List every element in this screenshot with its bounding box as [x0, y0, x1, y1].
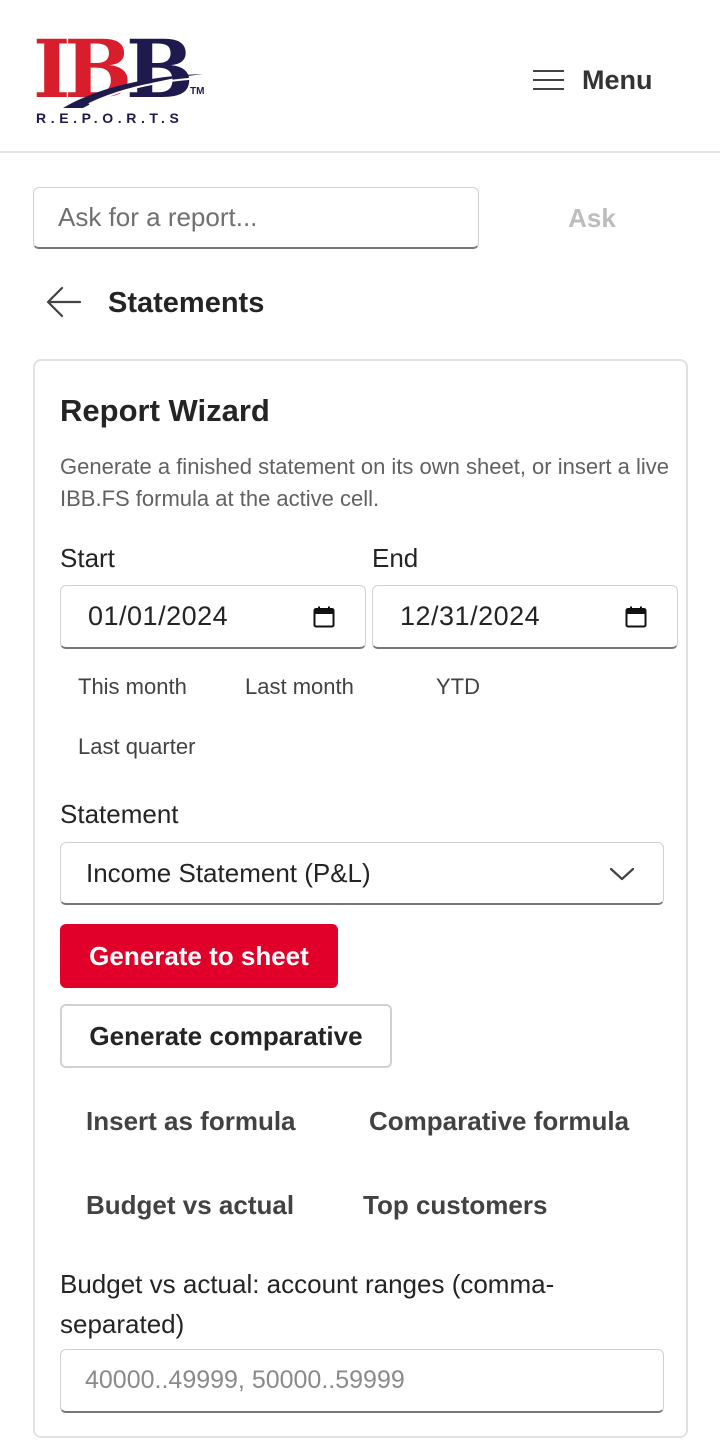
- preset-last-quarter[interactable]: Last quarter: [78, 732, 195, 762]
- comparative-formula-button[interactable]: Comparative formula: [369, 1104, 629, 1138]
- generate-to-sheet-button[interactable]: Generate to sheet: [60, 924, 338, 988]
- ask-report-input[interactable]: [33, 187, 479, 249]
- preset-ytd[interactable]: YTD: [436, 672, 480, 702]
- insert-as-formula-button[interactable]: Insert as formula: [86, 1104, 296, 1138]
- budget-vs-actual-button[interactable]: Budget vs actual: [86, 1188, 294, 1222]
- wizard-description: Generate a finished statement on its own…: [60, 454, 669, 511]
- wizard-title: Report Wizard: [60, 393, 270, 428]
- start-date-field[interactable]: 01/01/2024: [60, 585, 366, 649]
- report-wizard-card: Report Wizard Generate a finished statem…: [33, 359, 688, 1438]
- ibb-reports-logo[interactable]: IBB TM R.E.P.O.R.T.S: [33, 29, 213, 130]
- arrow-left-icon[interactable]: [44, 284, 84, 320]
- generate-comparative-button[interactable]: Generate comparative: [60, 1004, 392, 1068]
- calendar-icon[interactable]: [313, 606, 335, 628]
- top-customers-button[interactable]: Top customers: [363, 1188, 547, 1222]
- logo-subtitle: R.E.P.O.R.T.S: [36, 110, 184, 126]
- page-title: Statements: [108, 287, 265, 319]
- hamburger-icon: [530, 68, 566, 92]
- statement-label: Statement: [60, 799, 179, 829]
- menu-button[interactable]: Menu: [530, 58, 653, 102]
- statement-select-value: Income Statement (P&L): [86, 857, 371, 888]
- account-ranges-label: Budget vs actual: account ranges (comma-…: [60, 1269, 555, 1339]
- statement-select[interactable]: Income Statement (P&L): [60, 842, 664, 905]
- menu-label: Menu: [582, 64, 653, 95]
- preset-this-month[interactable]: This month: [78, 672, 187, 702]
- start-label: Start: [60, 543, 115, 573]
- calendar-icon[interactable]: [625, 606, 647, 628]
- start-date-value: 01/01/2024: [88, 601, 229, 631]
- logo-swoosh-icon: [63, 74, 204, 108]
- chevron-down-icon: [609, 867, 635, 881]
- preset-last-month[interactable]: Last month: [245, 672, 354, 702]
- ask-button[interactable]: Ask: [530, 190, 654, 246]
- logo-trademark: TM: [190, 86, 205, 97]
- end-date-field[interactable]: 12/31/2024: [372, 585, 678, 649]
- end-date-value: 12/31/2024: [400, 601, 541, 631]
- account-ranges-input[interactable]: [60, 1349, 664, 1413]
- end-label: End: [372, 543, 419, 573]
- app-header: IBB TM R.E.P.O.R.T.S Menu: [0, 0, 720, 153]
